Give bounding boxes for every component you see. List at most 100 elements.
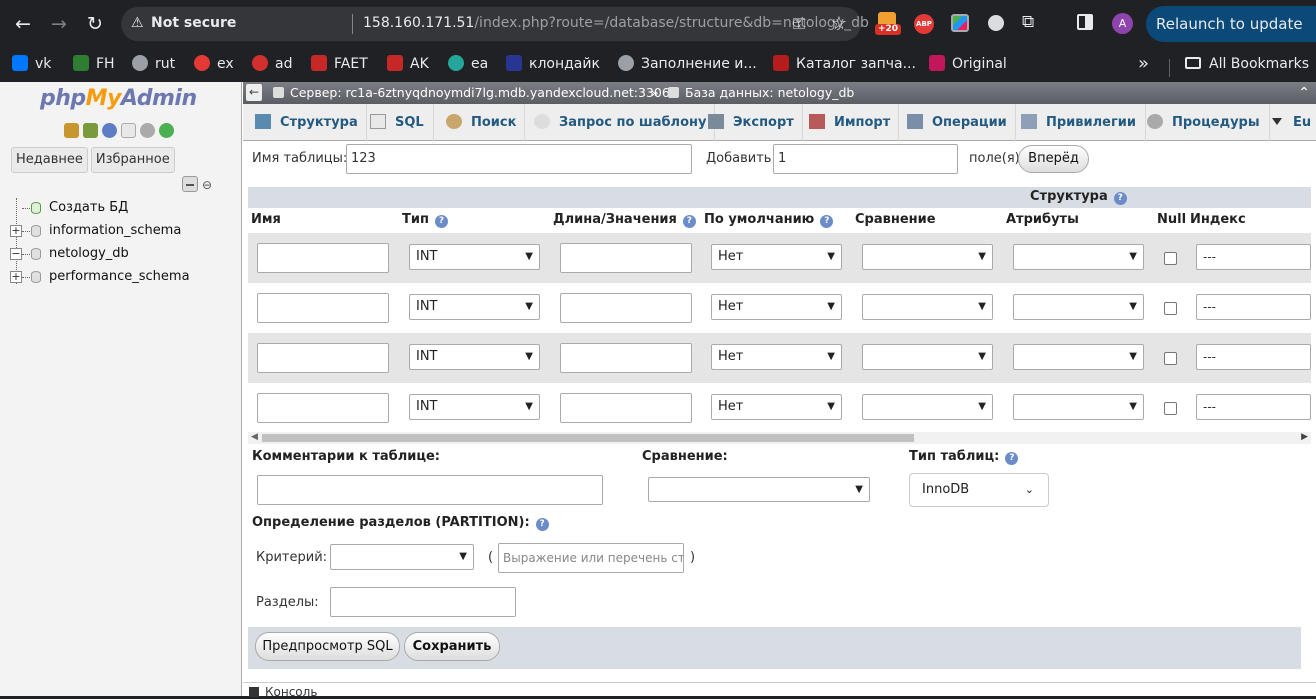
chevron-right-icon[interactable]: » <box>1138 53 1149 75</box>
all-bookmarks[interactable]: All Bookmarks <box>1185 53 1309 75</box>
collapse-all-icon[interactable] <box>182 176 198 192</box>
length-input[interactable] <box>560 343 692 373</box>
bookmark-ea[interactable]: ea <box>448 53 488 75</box>
bookmark-ex[interactable]: ex <box>194 53 234 75</box>
not-secure-label[interactable]: Not secure <box>151 15 236 31</box>
bookmark-klondike[interactable]: клондайк <box>506 53 600 75</box>
help-icon[interactable]: ? <box>535 518 549 531</box>
bookmark-original[interactable]: Original <box>929 53 1007 75</box>
collation-select[interactable]: ▼ <box>862 244 993 270</box>
bookmark-vk[interactable]: vk <box>12 53 51 75</box>
link-icon[interactable]: ⊖ <box>202 178 212 192</box>
attributes-select[interactable]: ▼ <box>1013 244 1144 270</box>
weather-extension-icon[interactable]: +20 <box>874 12 902 36</box>
table-comments-input[interactable] <box>257 475 603 505</box>
default-select[interactable]: Нет ▼ <box>711 394 842 420</box>
bookmark-ad[interactable]: ad <box>252 53 292 75</box>
help-icon[interactable]: ? <box>820 215 834 228</box>
partition-expression-input[interactable]: Выражение или перечень сто <box>498 543 684 573</box>
length-input[interactable] <box>560 243 692 273</box>
table-name-input[interactable]: 123 <box>346 144 692 174</box>
relaunch-button[interactable]: Relaunch to update <box>1146 6 1316 42</box>
home-icon[interactable] <box>64 123 79 138</box>
tab-structure[interactable]: Структура <box>255 104 367 141</box>
tab-query-builder[interactable]: Запрос по шаблону <box>534 104 716 141</box>
horizontal-scrollbar[interactable]: ◀ ▶ <box>248 432 1311 444</box>
index-select[interactable]: --- <box>1196 394 1311 420</box>
go-button[interactable]: Вперёд <box>1018 145 1089 173</box>
index-select[interactable]: --- <box>1196 244 1311 270</box>
side-panel-icon[interactable] <box>1077 14 1093 30</box>
extensions-puzzle-icon[interactable]: ⧉ <box>1022 12 1034 32</box>
type-select[interactable]: INT ▼ <box>409 244 540 270</box>
adblock-icon[interactable]: ABP <box>914 14 934 34</box>
default-select[interactable]: Нет ▼ <box>711 344 842 370</box>
logout-icon[interactable] <box>83 123 98 138</box>
tab-search[interactable]: Поиск <box>446 104 526 141</box>
tab-favorites[interactable]: Избранное <box>90 147 175 173</box>
gear-icon[interactable] <box>140 123 155 138</box>
bookmark-faet[interactable]: FAET <box>311 53 368 75</box>
help-icon[interactable]: ? <box>1005 452 1019 465</box>
expand-icon[interactable]: + <box>10 271 22 283</box>
collation-select[interactable]: ▼ <box>862 344 993 370</box>
add-count-input[interactable]: 1 <box>773 144 958 174</box>
partitions-input[interactable] <box>330 587 516 617</box>
null-checkbox[interactable] <box>1164 252 1177 265</box>
breadcrumb-database[interactable]: База данных: netology_db <box>668 82 854 104</box>
collation-select[interactable]: ▼ <box>862 294 993 320</box>
help-icon[interactable]: ? <box>1113 192 1127 205</box>
refresh-icon[interactable] <box>159 123 174 138</box>
color-picker-extension-icon[interactable] <box>951 14 969 32</box>
type-select[interactable]: INT ▼ <box>409 394 540 420</box>
phpmyadmin-logo[interactable]: phpMyAdmin <box>40 86 197 111</box>
bookmark-catalog[interactable]: Каталог запча... <box>773 53 916 75</box>
table-collation-select[interactable]: ▼ <box>648 477 870 502</box>
length-input[interactable] <box>560 293 692 323</box>
breadcrumb-server[interactable]: Сервер: rc1a-6ztnyqdnoymdi7lg.mdb.yandex… <box>273 82 670 104</box>
back-arrow-icon[interactable]: ← <box>10 11 36 37</box>
default-select[interactable]: Нет ▼ <box>711 244 842 270</box>
help-icon[interactable] <box>102 123 117 138</box>
bookmark-rut[interactable]: rut <box>132 53 175 75</box>
tab-import[interactable]: Импорт <box>809 104 900 141</box>
column-name-input[interactable] <box>257 393 389 423</box>
tab-events[interactable]: Eu <box>1272 104 1311 141</box>
null-checkbox[interactable] <box>1164 352 1177 365</box>
length-input[interactable] <box>560 393 692 423</box>
forward-arrow-icon[interactable]: → <box>46 11 72 37</box>
cookie-extension-icon[interactable] <box>988 15 1004 31</box>
scrollbar-thumb[interactable] <box>262 434 914 442</box>
collapse-top-icon[interactable]: ⌃ <box>1298 82 1310 104</box>
help-icon[interactable]: ? <box>682 215 696 228</box>
help-icon[interactable]: ? <box>434 215 448 228</box>
tab-recent[interactable]: Недавнее <box>11 147 88 173</box>
engine-select[interactable]: InnoDB ⌄ <box>909 473 1049 507</box>
null-checkbox[interactable] <box>1164 302 1177 315</box>
console-tab[interactable]: Консоль <box>249 686 317 698</box>
tab-privileges[interactable]: Привилегии <box>1021 104 1146 141</box>
tab-operations[interactable]: Операции <box>907 104 1016 141</box>
reload-icon[interactable]: ↻ <box>82 11 108 37</box>
type-select[interactable]: INT ▼ <box>409 344 540 370</box>
tab-export[interactable]: Экспорт <box>708 104 803 141</box>
scroll-left-icon[interactable]: ◀ <box>251 432 258 442</box>
attributes-select[interactable]: ▼ <box>1013 294 1144 320</box>
null-checkbox[interactable] <box>1164 402 1177 415</box>
tab-sql[interactable]: SQL <box>370 104 434 141</box>
scroll-right-icon[interactable]: ▶ <box>1301 432 1308 442</box>
address-bar[interactable]: ⚠ Not secure 158.160.171.51/index.php?ro… <box>121 7 869 41</box>
default-select[interactable]: Нет ▼ <box>711 294 842 320</box>
tab-routines[interactable]: Процедуры <box>1147 104 1270 141</box>
column-name-input[interactable] <box>257 293 389 323</box>
collapse-icon[interactable]: − <box>10 248 22 260</box>
bookmark-ak[interactable]: AK <box>387 53 429 75</box>
type-select[interactable]: INT ▼ <box>409 294 540 320</box>
preview-sql-button[interactable]: Предпросмотр SQL <box>255 632 400 661</box>
collation-select[interactable]: ▼ <box>862 394 993 420</box>
expand-icon[interactable]: + <box>10 225 22 237</box>
index-select[interactable]: --- <box>1196 344 1311 370</box>
profile-avatar[interactable]: A <box>1112 13 1133 34</box>
save-button[interactable]: Сохранить <box>404 632 500 661</box>
docs-icon[interactable] <box>121 123 136 138</box>
